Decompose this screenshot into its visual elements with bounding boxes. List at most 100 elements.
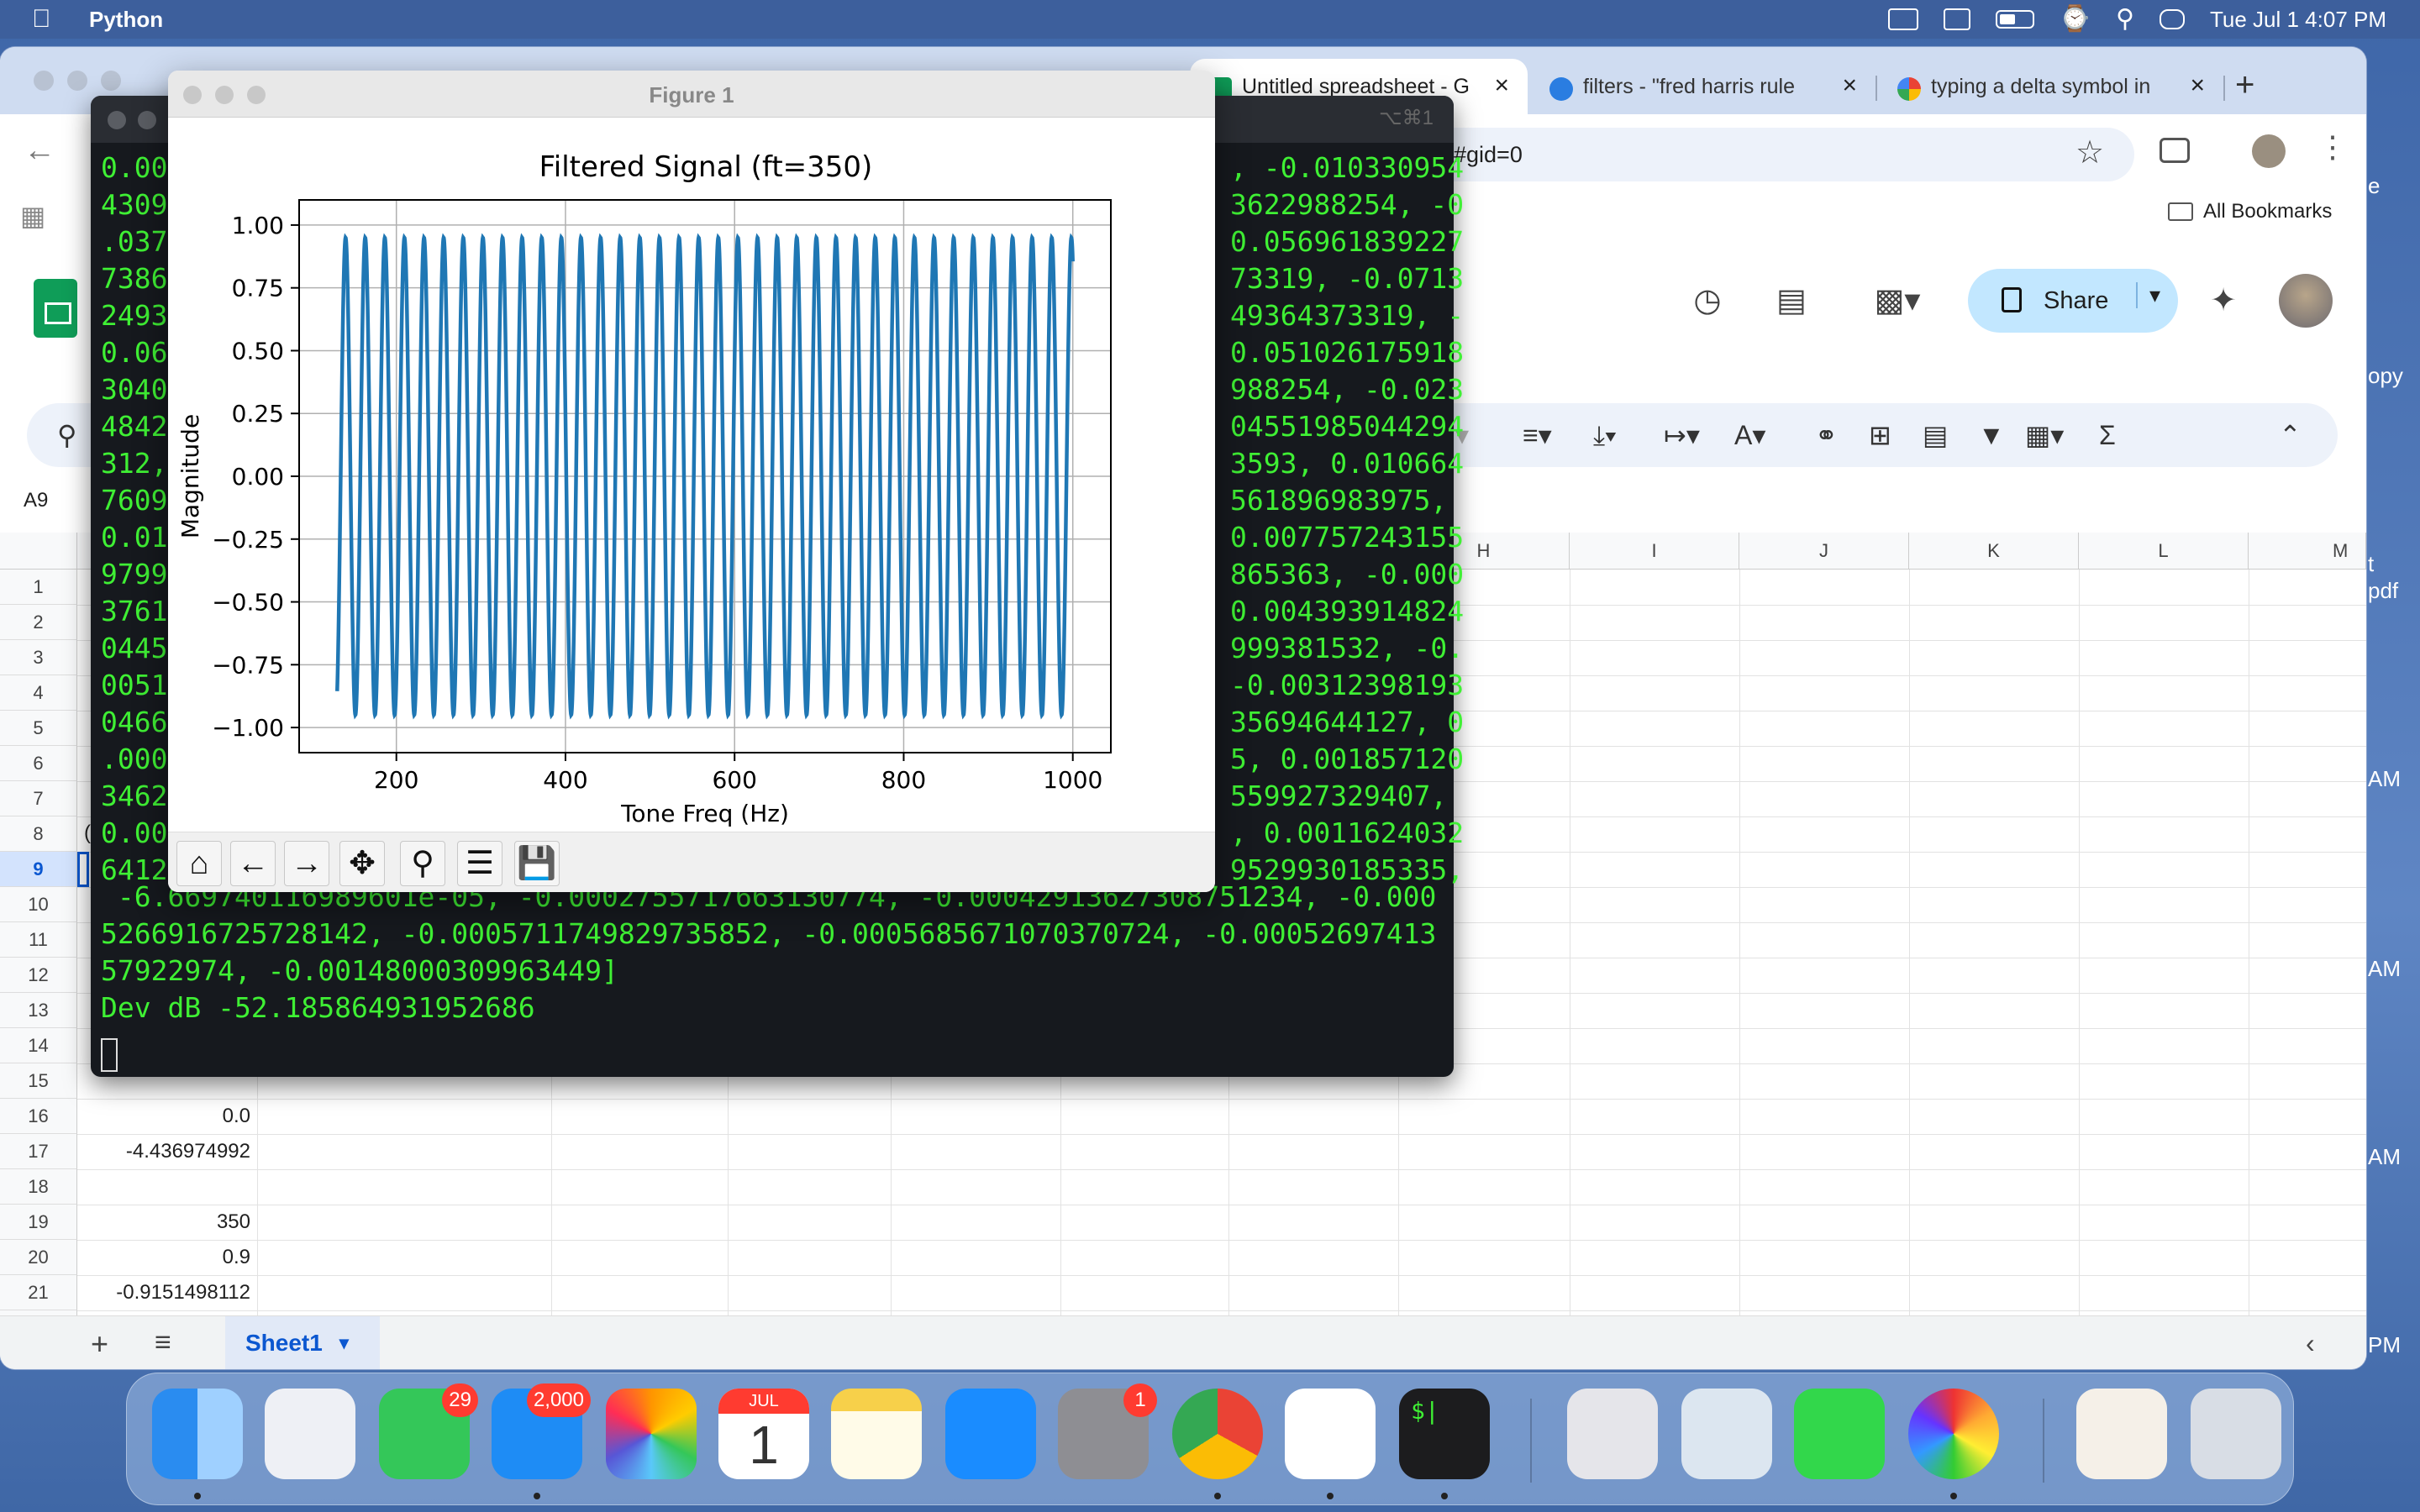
cell-a21[interactable]: -0.9151498112 — [77, 1275, 257, 1310]
all-bookmarks-button[interactable]: All Bookmarks — [2168, 200, 2332, 223]
pan-icon[interactable]: ✥ — [339, 841, 385, 886]
row-header-19[interactable]: 19 — [0, 1205, 77, 1240]
gemini-sparkle-icon[interactable]: ✦ — [2205, 282, 2242, 319]
column-header-m[interactable]: M — [2249, 533, 2366, 570]
sheet-tab-dropdown-icon[interactable]: ▾ — [339, 1332, 349, 1354]
new-tab-button[interactable]: + — [2235, 64, 2254, 106]
insert-comment-icon[interactable]: ⊞ — [1869, 418, 1891, 452]
text-wrapping-icon[interactable]: ↦▾ — [1664, 418, 1700, 452]
dock-image-viewer-icon[interactable] — [1681, 1389, 1772, 1479]
row-header-8[interactable]: 8 — [0, 816, 77, 852]
row-header-11[interactable]: 11 — [0, 922, 77, 958]
tab-search-icon[interactable] — [2160, 138, 2190, 163]
dock-trash-icon[interactable] — [2191, 1389, 2281, 1479]
sheets-logo[interactable] — [34, 279, 77, 338]
display-icon[interactable] — [1887, 8, 1918, 30]
figure-window[interactable]: Figure 1 Filtered Signal (ft=350) 200 400… — [168, 71, 1215, 892]
control-center-icon[interactable] — [2159, 9, 2185, 29]
all-sheets-menu-icon[interactable]: ≡ — [155, 1326, 171, 1359]
dock-chrome-icon[interactable] — [1172, 1389, 1263, 1479]
row-header-2[interactable]: 2 — [0, 605, 77, 640]
row-header-20[interactable]: 20 — [0, 1240, 77, 1275]
dock-photos-icon[interactable] — [606, 1389, 697, 1479]
bookmark-star-icon[interactable]: ☆ — [2075, 136, 2104, 170]
functions-icon[interactable]: Σ — [2099, 418, 2116, 452]
apple-menu-icon[interactable]:  — [32, 7, 54, 32]
row-header-14[interactable]: 14 — [0, 1028, 77, 1063]
row-header-10[interactable]: 10 — [0, 887, 77, 922]
cell-a20[interactable]: 0.9 — [77, 1240, 257, 1275]
tab-filters[interactable]: filters - "fred harris rule × — [1531, 59, 1877, 114]
terminal-close-button[interactable] — [108, 111, 126, 129]
configure-subplots-icon[interactable]: ☰ — [457, 841, 502, 886]
column-header-j[interactable]: J — [1739, 533, 1909, 570]
row-header-4[interactable]: 4 — [0, 675, 77, 711]
row-header-18[interactable]: 18 — [0, 1169, 77, 1205]
dock-notes-icon[interactable] — [831, 1389, 922, 1479]
row-header-12[interactable]: 12 — [0, 958, 77, 993]
row-header-6[interactable]: 6 — [0, 746, 77, 781]
insert-chart-icon[interactable]: ▤ — [1923, 418, 1948, 452]
back-arrow-icon[interactable]: ← — [230, 841, 276, 886]
row-header-21[interactable]: 21 — [0, 1275, 77, 1310]
comments-icon[interactable]: ▤ — [1773, 282, 1810, 319]
row-header-7[interactable]: 7 — [0, 781, 77, 816]
horizontal-align-icon[interactable]: ≡▾ — [1523, 418, 1552, 452]
cell-a16[interactable]: 0.0 — [77, 1099, 257, 1134]
dock-document-stack-icon[interactable] — [2076, 1389, 2167, 1479]
figure-titlebar[interactable]: Figure 1 — [168, 71, 1215, 118]
terminal-minimize-button[interactable] — [138, 111, 156, 129]
back-icon[interactable]: ← — [24, 133, 55, 169]
close-tab-icon[interactable]: × — [1842, 72, 1857, 99]
profile-avatar[interactable] — [2252, 134, 2286, 168]
save-figure-icon[interactable]: 💾 — [514, 841, 560, 886]
search-menus-icon[interactable]: ⚲ — [57, 418, 76, 452]
dock-preview-icon[interactable] — [1567, 1389, 1658, 1479]
row-header-9[interactable]: 9 — [0, 852, 77, 887]
name-box[interactable]: A9 — [24, 489, 48, 512]
column-header-k[interactable]: K — [1909, 533, 2079, 570]
dock-finder-icon[interactable] — [152, 1389, 243, 1479]
battery-icon[interactable] — [1995, 10, 2034, 29]
forward-arrow-icon[interactable]: → — [284, 841, 329, 886]
dock-app-store-icon[interactable] — [945, 1389, 1036, 1479]
dock-terminal-icon[interactable]: $| — [1399, 1389, 1490, 1479]
close-window-button[interactable] — [34, 71, 54, 91]
home-icon[interactable]: ⌂ — [176, 841, 222, 886]
dock-launchpad-icon[interactable] — [265, 1389, 355, 1479]
wifi-icon[interactable]: ⌚ — [2060, 7, 2091, 32]
meet-icon[interactable]: ▩▾ — [1864, 282, 1931, 319]
dock-mail-icon[interactable]: 2,000 — [492, 1383, 591, 1479]
dock-messages-icon[interactable]: 29 — [379, 1383, 478, 1479]
dock-calendar-icon[interactable]: JUL 1 — [718, 1389, 809, 1479]
menubar-clock[interactable]: Tue Jul 1 4:07 PM — [2210, 7, 2386, 33]
close-tab-icon[interactable]: × — [2190, 72, 2205, 99]
cell-a19[interactable]: 350 — [77, 1205, 257, 1240]
explore-toggle-icon[interactable]: ‹ — [2306, 1328, 2315, 1359]
row-header-1[interactable]: 1 — [0, 570, 77, 605]
share-button[interactable]: Share ▾ — [1968, 269, 2178, 333]
apps-grid-icon[interactable]: ▦ — [20, 200, 45, 232]
table-view-icon[interactable]: ▦▾ — [2025, 418, 2064, 452]
row-header-16[interactable]: 16 — [0, 1099, 77, 1134]
close-tab-icon[interactable]: × — [1494, 72, 1509, 99]
add-sheet-button[interactable]: + — [91, 1326, 108, 1362]
insert-link-icon[interactable]: ⚭ — [1815, 418, 1838, 452]
share-dropdown-icon[interactable]: ▾ — [2136, 282, 2160, 308]
row-header-15[interactable]: 15 — [0, 1063, 77, 1099]
tab-delta-symbol[interactable]: typing a delta symbol in × — [1879, 59, 2225, 114]
zoom-window-button[interactable] — [101, 71, 121, 91]
cell-a17[interactable]: -4.436974992 — [77, 1134, 257, 1169]
column-header-i[interactable]: I — [1570, 533, 1739, 570]
browser-menu-icon[interactable]: ⋮ — [2317, 129, 2348, 165]
screen-mirroring-icon[interactable] — [1943, 8, 1970, 30]
account-avatar[interactable] — [2279, 274, 2333, 328]
dock-color-wheel-icon[interactable] — [1908, 1389, 1999, 1479]
filter-icon[interactable]: ▼ — [1978, 418, 2005, 452]
dock-vscode-icon[interactable] — [1285, 1389, 1376, 1479]
row-header-13[interactable]: 13 — [0, 993, 77, 1028]
dock-facetime-icon[interactable] — [1794, 1389, 1885, 1479]
collapse-toolbar-icon[interactable]: ⌃ — [2279, 418, 2302, 452]
cell-a9-selection[interactable] — [77, 852, 89, 887]
row-header-3[interactable]: 3 — [0, 640, 77, 675]
